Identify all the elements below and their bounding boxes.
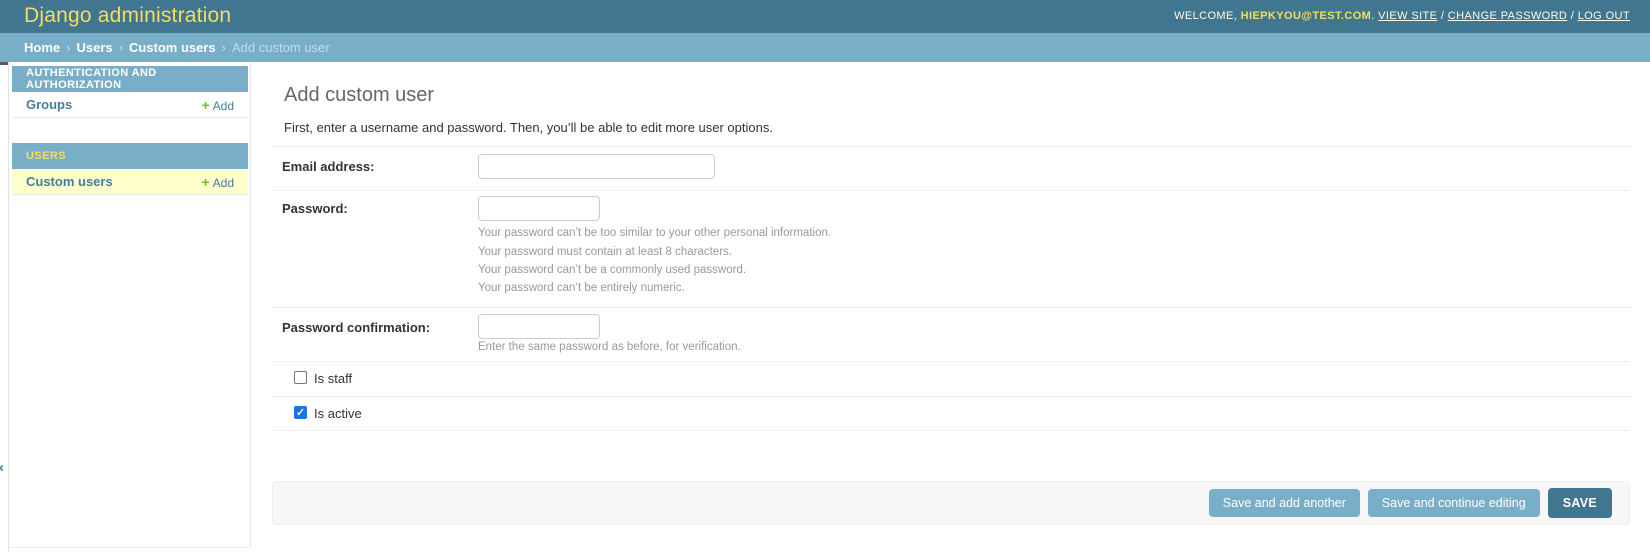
nav-sidebar: AUTHENTICATION AND AUTHORIZATION Groups … — [9, 62, 251, 548]
save-and-add-another-button[interactable]: Save and add another — [1208, 489, 1360, 517]
plus-icon: + — [201, 96, 210, 113]
custom-users-add-link[interactable]: + Add — [201, 174, 234, 190]
sidebar-item-groups[interactable]: Groups + Add — [12, 92, 248, 118]
sidebar-module-users: USERS Custom users + Add — [12, 143, 248, 195]
form-intro-text: First, enter a username and password. Th… — [284, 120, 773, 135]
save-button[interactable]: SAVE — [1547, 488, 1612, 518]
breadcrumb: Home › Users › Custom users › Add custom… — [0, 33, 1650, 62]
nav-sidebar-strip: ‹ — [0, 62, 9, 552]
breadcrumb-custom-users[interactable]: Custom users — [129, 40, 216, 55]
plus-icon: + — [201, 173, 210, 190]
divider — [272, 430, 1630, 431]
content-area: Add custom user First, enter a username … — [272, 62, 1630, 552]
password-confirmation-help: Enter the same password as before, for v… — [478, 341, 741, 353]
breadcrumb-separator: › — [66, 40, 71, 55]
password-confirmation-field[interactable] — [478, 314, 600, 339]
divider — [272, 396, 1630, 397]
sidebar-module-auth: AUTHENTICATION AND AUTHORIZATION Groups … — [12, 66, 248, 118]
is-staff-label[interactable]: Is staff — [314, 371, 352, 386]
log-out-link[interactable]: LOG OUT — [1578, 10, 1630, 22]
sidebar-section-users-title[interactable]: USERS — [12, 143, 248, 169]
email-label: Email address: — [282, 159, 375, 174]
breadcrumb-home[interactable]: Home — [24, 40, 60, 55]
django-admin-page: Django administration WELCOME, HIEPKYOU@… — [0, 0, 1650, 552]
site-branding-link[interactable]: Django administration — [24, 4, 231, 28]
password-confirmation-label: Password confirmation: — [282, 320, 431, 335]
divider — [272, 190, 1630, 191]
user-tools-separator: / — [1440, 10, 1445, 22]
groups-link[interactable]: Groups — [26, 97, 72, 112]
current-username: HIEPKYOU@TEST.COM — [1240, 10, 1372, 22]
email-field[interactable] — [478, 154, 715, 179]
breadcrumb-current-page: Add custom user — [232, 40, 330, 55]
is-active-checkbox[interactable] — [294, 406, 307, 419]
breadcrumb-separator: › — [118, 40, 123, 55]
is-active-label[interactable]: Is active — [314, 406, 362, 421]
password-help-3: Your password can’t be a commonly used p… — [478, 264, 747, 276]
password-field[interactable] — [478, 196, 600, 221]
divider — [272, 146, 1630, 147]
groups-add-link[interactable]: + Add — [201, 97, 234, 113]
sidebar-item-custom-users[interactable]: Custom users + Add — [12, 169, 248, 195]
divider — [272, 307, 1630, 308]
strip-top-mark — [0, 62, 8, 65]
change-password-link[interactable]: CHANGE PASSWORD — [1448, 10, 1567, 22]
sidebar-section-auth-title[interactable]: AUTHENTICATION AND AUTHORIZATION — [12, 66, 248, 92]
view-site-link[interactable]: VIEW SITE — [1378, 10, 1437, 22]
welcome-text: WELCOME, — [1174, 10, 1238, 22]
custom-users-link[interactable]: Custom users — [26, 174, 113, 189]
divider — [272, 361, 1630, 362]
user-tools: WELCOME, HIEPKYOU@TEST.COM. VIEW SITE / … — [1174, 10, 1630, 22]
breadcrumb-users[interactable]: Users — [76, 40, 112, 55]
user-tools-separator: / — [1570, 10, 1575, 22]
is-staff-checkbox[interactable] — [294, 371, 307, 384]
password-help-1: Your password can’t be too similar to yo… — [478, 227, 832, 239]
password-label: Password: — [282, 201, 348, 216]
submit-row: Save and add another Save and continue e… — [272, 481, 1630, 525]
password-help-2: Your password must contain at least 8 ch… — [478, 246, 732, 258]
password-help-4: Your password can’t be entirely numeric. — [478, 282, 685, 294]
page-title: Add custom user — [284, 84, 435, 106]
sidebar-collapse-icon[interactable]: ‹ — [0, 459, 9, 477]
welcome-period: . — [1371, 10, 1375, 22]
save-and-continue-editing-button[interactable]: Save and continue editing — [1367, 489, 1540, 517]
app-header: Django administration WELCOME, HIEPKYOU@… — [0, 0, 1650, 33]
breadcrumb-separator: › — [221, 40, 226, 55]
